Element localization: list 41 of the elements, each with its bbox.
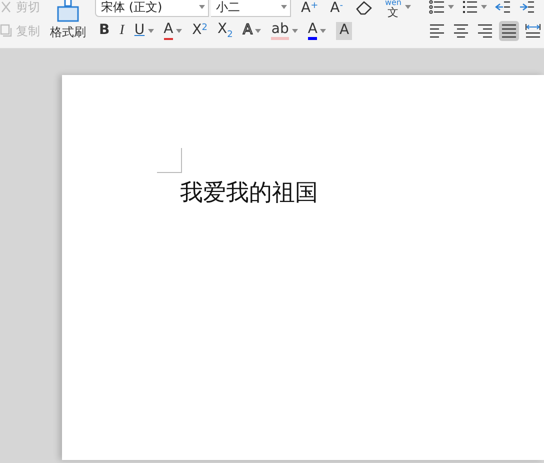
document-text[interactable]: 我爱我的祖国: [180, 177, 318, 208]
caret-icon[interactable]: [320, 29, 326, 33]
caret-icon[interactable]: [176, 29, 182, 33]
justify-icon: [500, 23, 516, 39]
font-color-bar: A: [308, 22, 318, 40]
text-effect-button[interactable]: A: [240, 21, 264, 41]
caret-icon[interactable]: [448, 5, 454, 9]
subscript-button[interactable]: X$_{2}$: [216, 21, 235, 41]
caret-icon[interactable]: [404, 5, 410, 9]
copy-icon: [0, 24, 12, 38]
strikethrough-button[interactable]: A: [162, 21, 184, 41]
bold-button[interactable]: B: [97, 21, 112, 41]
format-painter-button[interactable]: 格式刷: [50, 0, 86, 48]
caret-icon[interactable]: [255, 29, 262, 33]
margin-corner-mark: [157, 148, 182, 173]
caret-icon[interactable]: [281, 5, 287, 9]
numbered-list-icon: [462, 0, 478, 15]
bulleted-list-icon: [428, 0, 444, 15]
font-color-button[interactable]: A: [306, 21, 328, 41]
increase-indent-icon: [518, 0, 534, 15]
align-left-icon: [428, 23, 444, 39]
shrink-font-button[interactable]: A$^{-}$: [328, 0, 345, 17]
caret-icon[interactable]: [199, 5, 205, 9]
caret-icon[interactable]: [480, 5, 486, 9]
decrease-indent-icon: [494, 0, 510, 15]
grow-font-button[interactable]: A$^{+}$: [299, 0, 320, 17]
character-shading-button[interactable]: A: [334, 21, 354, 41]
italic-button[interactable]: I: [118, 21, 126, 41]
superscript-button[interactable]: X$^{2}$: [190, 21, 210, 41]
phonetic-guide-button[interactable]: wen 文: [382, 0, 412, 17]
align-justify-button[interactable]: [498, 21, 518, 41]
align-right-icon: [476, 23, 492, 39]
underline-button[interactable]: U: [132, 21, 156, 41]
font-size-field[interactable]: 小二: [211, 0, 291, 17]
bullets-button[interactable]: [426, 0, 456, 17]
highlight-button[interactable]: ab: [269, 21, 300, 41]
caret-icon[interactable]: [148, 29, 154, 33]
font-name-field[interactable]: 宋体 (正文): [95, 0, 209, 17]
align-center-icon: [452, 23, 468, 39]
caret-icon[interactable]: [292, 29, 298, 33]
distributed-icon: [524, 23, 540, 39]
